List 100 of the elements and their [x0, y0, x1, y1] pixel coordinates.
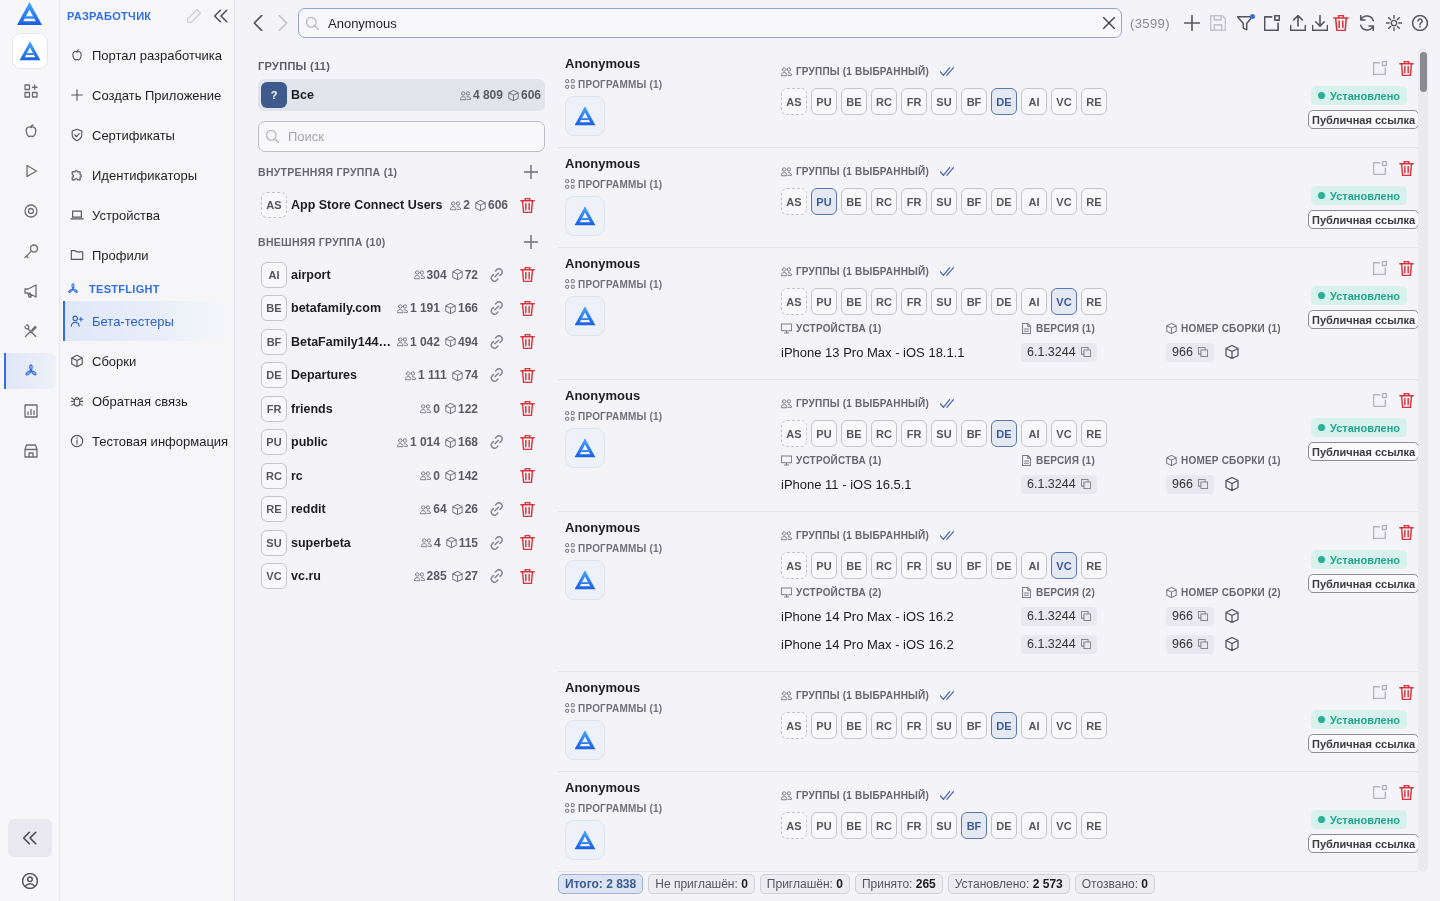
group-chip[interactable]: BF	[961, 552, 987, 579]
group-chip[interactable]: DE	[991, 812, 1017, 839]
group-chip[interactable]: BF	[961, 188, 987, 215]
group-chip[interactable]: VC	[1051, 188, 1077, 215]
app-icon[interactable]	[565, 428, 605, 468]
user-icon[interactable]	[21, 873, 38, 889]
group-name[interactable]: public	[291, 435, 397, 450]
group-chip[interactable]: BF	[961, 288, 987, 315]
upload-icon[interactable]	[1290, 15, 1306, 31]
group-chip[interactable]: SU	[931, 420, 957, 447]
sidebar-item[interactable]: Сборки	[63, 341, 224, 381]
build-copy-button[interactable]: 966	[1166, 634, 1214, 654]
double-check-icon[interactable]	[940, 266, 954, 276]
group-chip[interactable]: AS	[781, 712, 807, 739]
version-copy-button[interactable]: 6.1.3244	[1021, 634, 1097, 654]
group-chip[interactable]: RC	[871, 288, 897, 315]
group-chip[interactable]: VC	[1051, 88, 1077, 115]
summary-filter-button[interactable]: Итого: 2 838	[558, 874, 644, 894]
group-chip[interactable]: VC	[1051, 288, 1077, 315]
version-copy-button[interactable]: 6.1.3244	[1021, 474, 1097, 494]
add-icon[interactable]	[524, 165, 538, 179]
group-chip[interactable]: RC	[871, 420, 897, 447]
group-chip[interactable]: SU	[931, 552, 957, 579]
search-field[interactable]: Поиск	[258, 121, 545, 152]
link-icon[interactable]	[490, 334, 504, 349]
group-chip[interactable]: BE	[841, 188, 867, 215]
app-icon[interactable]	[565, 820, 605, 860]
delete-icon[interactable]	[519, 197, 535, 213]
group-chip[interactable]: AS	[781, 88, 807, 115]
group-chip[interactable]: BE	[841, 88, 867, 115]
app-icon[interactable]	[565, 720, 605, 760]
help-icon[interactable]	[1412, 15, 1428, 31]
link-icon[interactable]	[490, 435, 504, 450]
group-chip[interactable]: AS	[781, 188, 807, 215]
group-name[interactable]: rc	[291, 468, 421, 483]
delete-icon[interactable]	[1399, 784, 1414, 800]
add-icon[interactable]	[524, 235, 538, 249]
sidebar-item[interactable]: Устройства	[63, 195, 224, 235]
summary-filter-button[interactable]: Принято: 265	[854, 874, 943, 894]
group-chip[interactable]: RE	[1081, 188, 1107, 215]
delete-icon[interactable]	[519, 568, 535, 584]
delete-icon[interactable]	[1399, 524, 1414, 540]
group-chip[interactable]: PU	[811, 88, 837, 115]
double-check-icon[interactable]	[940, 690, 954, 700]
delete-icon[interactable]	[519, 300, 535, 316]
version-copy-button[interactable]: 6.1.3244	[1021, 606, 1097, 626]
delete-icon[interactable]	[519, 535, 535, 551]
sidebar-item[interactable]: Сертификаты	[63, 115, 224, 155]
delete-icon[interactable]	[1399, 684, 1414, 700]
settings-icon[interactable]	[1386, 15, 1402, 31]
sidebar-item[interactable]: Профили	[63, 235, 224, 275]
group-name[interactable]: airport	[291, 267, 414, 282]
scrollbar-thumb[interactable]	[1419, 52, 1427, 92]
sidebar-item[interactable]: Портал разработчика	[63, 35, 224, 75]
link-icon[interactable]	[490, 569, 504, 584]
group-chip[interactable]: FR	[901, 552, 927, 579]
sidebar-item[interactable]: Обратная связь	[63, 381, 224, 421]
cube-icon[interactable]	[1224, 609, 1239, 623]
app-icon[interactable]	[565, 96, 605, 136]
group-chip[interactable]: PU	[811, 420, 837, 447]
group-chip[interactable]: RE	[1081, 712, 1107, 739]
group-name[interactable]: reddit	[291, 502, 421, 517]
group-chip[interactable]: VC	[1051, 712, 1077, 739]
group-chip[interactable]: VC	[1051, 812, 1077, 839]
link-icon[interactable]	[490, 368, 504, 383]
group-chip[interactable]: PU	[811, 712, 837, 739]
group-name[interactable]: superbeta	[291, 535, 421, 550]
delete-icon[interactable]	[519, 401, 535, 417]
group-name[interactable]: Departures	[291, 368, 405, 383]
search-field[interactable]: Anonymous	[298, 8, 1122, 38]
group-chip[interactable]: RE	[1081, 812, 1107, 839]
group-chip[interactable]: AI	[1021, 88, 1047, 115]
link-icon[interactable]	[490, 502, 504, 517]
group-chip[interactable]: DE	[991, 188, 1017, 215]
download-icon[interactable]	[1312, 15, 1328, 31]
build-copy-button[interactable]: 966	[1166, 342, 1214, 362]
double-check-icon[interactable]	[940, 66, 954, 76]
group-chip[interactable]: RE	[1081, 420, 1107, 447]
public-link-button[interactable]: Публичная ссылка	[1308, 574, 1420, 593]
group-chip[interactable]: RC	[871, 188, 897, 215]
build-copy-button[interactable]: 966	[1166, 474, 1214, 494]
group-chip[interactable]: DE	[991, 712, 1017, 739]
group-chip[interactable]: FR	[901, 712, 927, 739]
cube-icon[interactable]	[1224, 477, 1239, 491]
refresh-icon[interactable]	[1359, 15, 1375, 31]
group-chip[interactable]: AI	[1021, 812, 1047, 839]
summary-filter-button[interactable]: Отозвано: 0	[1074, 874, 1156, 894]
public-link-button[interactable]: Публичная ссылка	[1308, 734, 1420, 753]
delete-icon[interactable]	[519, 468, 535, 484]
group-chip[interactable]: RE	[1081, 288, 1107, 315]
double-check-icon[interactable]	[940, 166, 954, 176]
group-chip[interactable]: SU	[931, 188, 957, 215]
delete-icon[interactable]	[519, 334, 535, 350]
double-check-icon[interactable]	[940, 790, 954, 800]
group-chip[interactable]: DE	[991, 88, 1017, 115]
add-icon[interactable]	[1184, 15, 1200, 31]
group-chip[interactable]: BE	[841, 552, 867, 579]
group-chip[interactable]: SU	[931, 88, 957, 115]
group-name[interactable]: betafamily.com	[291, 301, 397, 316]
group-chip[interactable]: FR	[901, 812, 927, 839]
